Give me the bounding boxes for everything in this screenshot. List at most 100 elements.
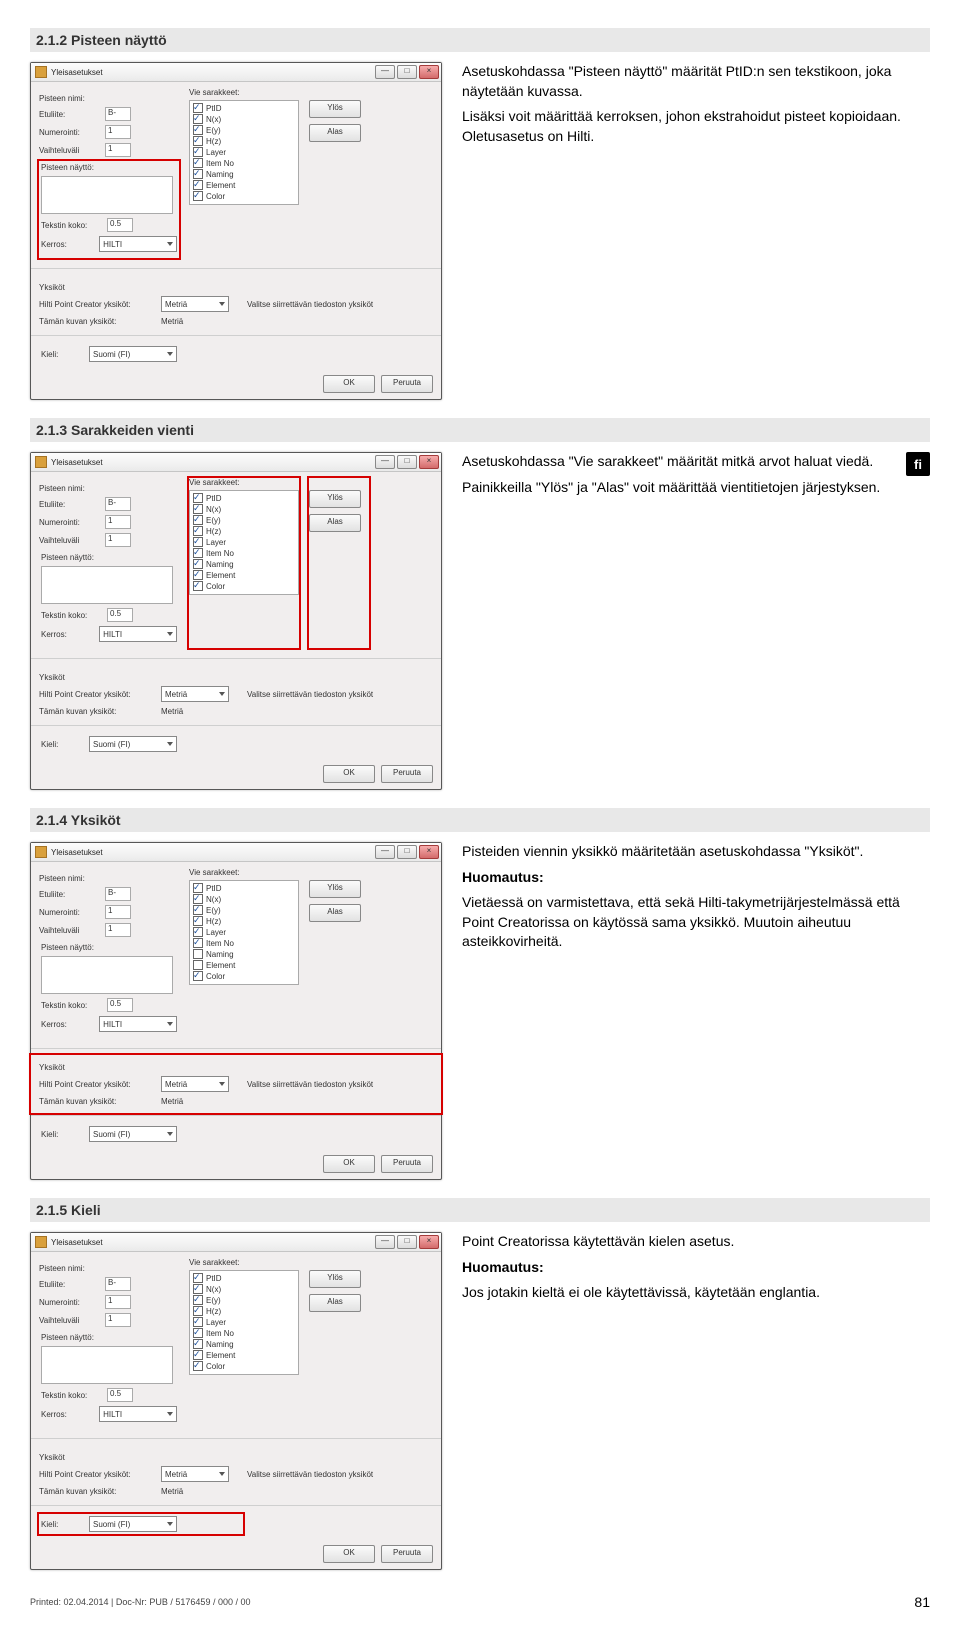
checkbox[interactable] xyxy=(193,949,203,959)
minimize-button[interactable]: — xyxy=(375,455,395,469)
checkbox[interactable] xyxy=(193,559,203,569)
checkbox[interactable] xyxy=(193,938,203,948)
textsize-input[interactable]: 0.5 xyxy=(107,998,133,1012)
ok-button[interactable]: OK xyxy=(323,375,375,393)
checkbox[interactable] xyxy=(193,1284,203,1294)
up-button[interactable]: Ylös xyxy=(309,490,361,508)
checkbox[interactable] xyxy=(193,916,203,926)
up-button[interactable]: Ylös xyxy=(309,880,361,898)
numbering-input[interactable]: 1 xyxy=(105,515,131,529)
checkbox[interactable] xyxy=(193,504,203,514)
language-select[interactable]: Suomi (FI) xyxy=(89,1516,177,1532)
checkbox[interactable] xyxy=(193,905,203,915)
maximize-button[interactable]: □ xyxy=(397,1235,417,1249)
checkbox[interactable] xyxy=(193,971,203,981)
cancel-button[interactable]: Peruuta xyxy=(381,765,433,783)
layer-select[interactable]: HILTI xyxy=(99,236,177,252)
checkbox[interactable] xyxy=(193,493,203,503)
label: Pisteen nimi: xyxy=(39,874,85,883)
hpc-units-select[interactable]: Metriä xyxy=(161,686,229,702)
checkbox[interactable] xyxy=(193,1328,203,1338)
layer-select[interactable]: HILTI xyxy=(99,1016,177,1032)
up-button[interactable]: Ylös xyxy=(309,100,361,118)
checkbox[interactable] xyxy=(193,114,203,124)
numbering-input[interactable]: 1 xyxy=(105,905,131,919)
cancel-button[interactable]: Peruuta xyxy=(381,1545,433,1563)
ok-button[interactable]: OK xyxy=(323,1545,375,1563)
close-button[interactable]: × xyxy=(419,65,439,79)
checkbox[interactable] xyxy=(193,1306,203,1316)
checkbox[interactable] xyxy=(193,515,203,525)
down-button[interactable]: Alas xyxy=(309,904,361,922)
checkbox[interactable] xyxy=(193,548,203,558)
checkbox[interactable] xyxy=(193,960,203,970)
checkbox[interactable] xyxy=(193,1273,203,1283)
checkbox[interactable] xyxy=(193,169,203,179)
hpc-units-select[interactable]: Metriä xyxy=(161,1076,229,1092)
maximize-button[interactable]: □ xyxy=(397,845,417,859)
ok-button[interactable]: OK xyxy=(323,765,375,783)
checkbox[interactable] xyxy=(193,526,203,536)
numbering-input[interactable]: 1 xyxy=(105,1295,131,1309)
checkbox[interactable] xyxy=(193,570,203,580)
checkbox[interactable] xyxy=(193,1350,203,1360)
range-input[interactable]: 1 xyxy=(105,1313,131,1327)
range-input[interactable]: 1 xyxy=(105,923,131,937)
range-input[interactable]: 1 xyxy=(105,143,131,157)
checkbox[interactable] xyxy=(193,125,203,135)
checkbox[interactable] xyxy=(193,158,203,168)
label: Tekstin koko: xyxy=(41,1001,103,1010)
checkbox[interactable] xyxy=(193,894,203,904)
checkbox[interactable] xyxy=(193,147,203,157)
ok-button[interactable]: OK xyxy=(323,1155,375,1173)
cancel-button[interactable]: Peruuta xyxy=(381,375,433,393)
up-button[interactable]: Ylös xyxy=(309,1270,361,1288)
point-display-box[interactable] xyxy=(41,1346,173,1384)
prefix-input[interactable]: B- xyxy=(105,107,131,121)
down-button[interactable]: Alas xyxy=(309,514,361,532)
layer-select[interactable]: HILTI xyxy=(99,1406,177,1422)
close-button[interactable]: × xyxy=(419,845,439,859)
column-option: E(y) xyxy=(206,1296,221,1305)
hpc-units-select[interactable]: Metriä xyxy=(161,1466,229,1482)
textsize-input[interactable]: 0.5 xyxy=(107,1388,133,1402)
minimize-button[interactable]: — xyxy=(375,65,395,79)
checkbox[interactable] xyxy=(193,180,203,190)
point-display-box[interactable] xyxy=(41,176,173,214)
point-display-box[interactable] xyxy=(41,956,173,994)
range-input[interactable]: 1 xyxy=(105,533,131,547)
cancel-button[interactable]: Peruuta xyxy=(381,1155,433,1173)
column-option: Item No xyxy=(206,939,234,948)
close-button[interactable]: × xyxy=(419,455,439,469)
checkbox[interactable] xyxy=(193,191,203,201)
minimize-button[interactable]: — xyxy=(375,1235,395,1249)
numbering-input[interactable]: 1 xyxy=(105,125,131,139)
checkbox[interactable] xyxy=(193,136,203,146)
maximize-button[interactable]: □ xyxy=(397,65,417,79)
checkbox[interactable] xyxy=(193,581,203,591)
checkbox[interactable] xyxy=(193,1317,203,1327)
minimize-button[interactable]: — xyxy=(375,845,395,859)
maximize-button[interactable]: □ xyxy=(397,455,417,469)
hpc-units-select[interactable]: Metriä xyxy=(161,296,229,312)
point-display-box[interactable] xyxy=(41,566,173,604)
layer-select[interactable]: HILTI xyxy=(99,626,177,642)
checkbox[interactable] xyxy=(193,1295,203,1305)
language-select[interactable]: Suomi (FI) xyxy=(89,1126,177,1142)
checkbox[interactable] xyxy=(193,883,203,893)
checkbox[interactable] xyxy=(193,1339,203,1349)
checkbox[interactable] xyxy=(193,927,203,937)
language-select[interactable]: Suomi (FI) xyxy=(89,346,177,362)
down-button[interactable]: Alas xyxy=(309,1294,361,1312)
label: Kerros: xyxy=(41,1410,95,1419)
prefix-input[interactable]: B- xyxy=(105,887,131,901)
textsize-input[interactable]: 0.5 xyxy=(107,218,133,232)
textsize-input[interactable]: 0.5 xyxy=(107,608,133,622)
close-button[interactable]: × xyxy=(419,1235,439,1249)
checkbox[interactable] xyxy=(193,537,203,547)
prefix-input[interactable]: B- xyxy=(105,1277,131,1291)
down-button[interactable]: Alas xyxy=(309,124,361,142)
checkbox[interactable] xyxy=(193,103,203,113)
language-select[interactable]: Suomi (FI) xyxy=(89,736,177,752)
prefix-input[interactable]: B- xyxy=(105,497,131,511)
